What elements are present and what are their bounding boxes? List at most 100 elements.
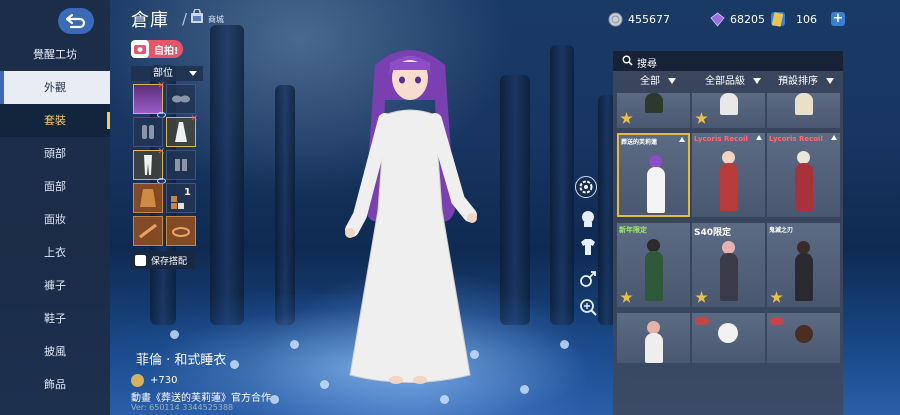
store-card[interactable] xyxy=(617,313,690,363)
silver-coin-icon xyxy=(608,12,623,26)
slot-back[interactable] xyxy=(133,216,163,246)
sidebar-item-appearance[interactable]: 外觀 xyxy=(0,71,110,104)
page-title: 倉庫 xyxy=(131,10,169,31)
back-accessory-icon xyxy=(139,223,157,239)
chevron-down-icon xyxy=(189,71,197,76)
slot-accessory-set[interactable]: 1 xyxy=(166,183,196,213)
store-card[interactable] xyxy=(767,93,840,128)
ticket-value: 106 xyxy=(796,12,817,26)
collab-badge-icon xyxy=(695,317,709,325)
slot-gloves[interactable] xyxy=(133,117,163,147)
sidebar-item-top[interactable]: 上衣 xyxy=(0,236,110,269)
slot-dress[interactable]: ✕ xyxy=(166,114,198,147)
sidebar-item-pants[interactable]: 褲子 xyxy=(0,269,110,302)
shoes-icon xyxy=(175,159,187,171)
filter-grade[interactable]: 全部品級 xyxy=(705,74,761,90)
version-text: Ver: 650114 3344525388 xyxy=(131,403,234,412)
part-dropdown[interactable]: 部位 xyxy=(131,66,203,81)
store-card[interactable]: S40限定 xyxy=(692,223,765,307)
tree xyxy=(550,45,574,325)
store-card[interactable]: Lycoris Recoil xyxy=(767,133,840,217)
ticket-balance: 106 + xyxy=(770,10,845,28)
tree xyxy=(275,85,295,325)
item-name: 菲倫 · 和式睡衣 xyxy=(136,353,227,368)
sidebar: 覺醒工坊 外觀 套裝 頭部 面部 面妝 上衣 褲子 鞋子 披風 飾品 xyxy=(0,0,110,415)
card-tag: 新年限定 xyxy=(619,226,647,234)
sidebar-title: 覺醒工坊 xyxy=(33,48,77,61)
settings-gear-button[interactable] xyxy=(575,176,597,198)
sidebar-item-cape[interactable]: 披風 xyxy=(0,335,110,368)
ring-icon xyxy=(172,227,190,237)
chevron-down-icon xyxy=(668,78,676,84)
slot-hair[interactable]: ✕ xyxy=(133,81,166,118)
collab-badge-icon xyxy=(770,317,784,325)
back-arrow-icon xyxy=(65,13,86,29)
cape-icon xyxy=(140,189,156,207)
slot-pants[interactable]: ✕ xyxy=(133,147,166,184)
card-tag: 葬送的芙莉蓮 xyxy=(621,139,658,146)
arrow-up-icon xyxy=(756,135,762,140)
sidebar-item-accessory[interactable]: 飾品 xyxy=(0,368,110,401)
sidebar-item-outfit[interactable]: 套裝 xyxy=(0,104,110,137)
head-view-icon[interactable] xyxy=(577,208,599,230)
tree xyxy=(500,75,530,325)
slot-shoes[interactable] xyxy=(166,150,196,180)
slot-mask[interactable] xyxy=(166,84,196,114)
card-tag: Lycoris Recoil xyxy=(694,135,748,143)
save-outfit-label: 保存搭配 xyxy=(151,256,188,267)
store-card[interactable]: 鬼滅之刃 xyxy=(767,223,840,307)
slot-count: 1 xyxy=(184,187,191,198)
chevron-down-icon xyxy=(753,78,761,84)
add-ticket-button[interactable]: + xyxy=(831,12,845,26)
tree xyxy=(210,25,244,325)
chevron-down-icon xyxy=(826,78,834,84)
mask-icon xyxy=(172,95,190,103)
ticket-icon xyxy=(771,11,784,27)
store-card-selected[interactable]: 葬送的芙莉蓮 xyxy=(617,133,690,217)
card-tag: Lycoris Recoil xyxy=(769,135,823,143)
rarity-star-icon xyxy=(620,112,633,124)
back-button[interactable] xyxy=(58,8,94,34)
shop-link[interactable]: 商城 xyxy=(208,14,224,25)
outfit-view-icon[interactable] xyxy=(577,236,599,258)
sidebar-item-makeup[interactable]: 面妝 xyxy=(0,203,110,236)
sidebar-item-head[interactable]: 頭部 xyxy=(0,137,110,170)
store-card[interactable] xyxy=(767,313,840,363)
store-card[interactable]: 新年限定 xyxy=(617,223,690,307)
store-card[interactable] xyxy=(617,93,690,128)
shop-icon[interactable] xyxy=(190,9,204,24)
gear-icon xyxy=(579,180,593,194)
card-tag: S40限定 xyxy=(694,228,732,238)
slot-ring[interactable] xyxy=(166,216,196,246)
diamond-value: 68205 xyxy=(730,12,765,26)
coin-icon xyxy=(131,374,144,387)
store-card[interactable] xyxy=(692,313,765,363)
arrow-up-icon xyxy=(831,135,837,140)
save-outfit-button[interactable]: 保存搭配 xyxy=(131,251,195,269)
filter-sort[interactable]: 預設排序 xyxy=(778,74,834,90)
search-label: 搜尋 xyxy=(637,59,657,70)
slot-cape[interactable] xyxy=(133,183,163,213)
filter-category[interactable]: 全部 xyxy=(640,74,676,90)
gender-toggle-icon[interactable] xyxy=(577,268,599,290)
silver-coin-balance: 455677 xyxy=(608,10,670,28)
rarity-star-icon xyxy=(695,112,708,124)
rarity-star-icon xyxy=(770,291,783,303)
arrow-up-icon xyxy=(679,137,685,142)
character-model[interactable] xyxy=(330,40,490,415)
card-tag: 鬼滅之刃 xyxy=(769,227,794,234)
search-icon xyxy=(622,55,633,66)
part-dropdown-label: 部位 xyxy=(153,68,173,79)
sidebar-item-face[interactable]: 面部 xyxy=(0,170,110,203)
zoom-icon[interactable] xyxy=(577,296,599,318)
breadcrumb-separator: / xyxy=(182,10,188,28)
sidebar-item-shoes[interactable]: 鞋子 xyxy=(0,302,110,335)
diamond-icon xyxy=(710,11,725,27)
rarity-star-icon xyxy=(620,291,633,303)
store-card[interactable] xyxy=(692,93,765,128)
gloves-icon xyxy=(142,125,154,139)
item-price: +730 xyxy=(150,375,178,386)
camera-icon xyxy=(131,40,149,58)
collab-text: 動畫《葬送的芙莉蓮》官方合作 xyxy=(131,393,271,404)
store-card[interactable]: Lycoris Recoil xyxy=(692,133,765,217)
